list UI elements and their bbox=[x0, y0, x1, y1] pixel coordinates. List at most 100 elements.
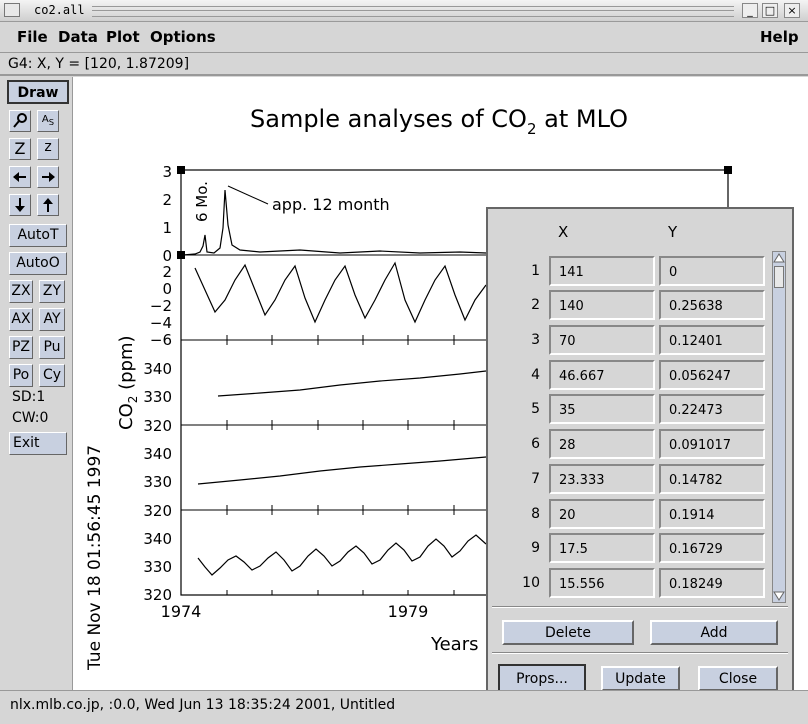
table-row: 6 28 0.091017 bbox=[488, 429, 772, 459]
maximize-icon[interactable]: □ bbox=[762, 3, 778, 18]
coordinate-text: G4: X, Y = [120, 1.87209] bbox=[8, 56, 190, 72]
scroll-thumb[interactable] bbox=[774, 266, 784, 288]
y-cell[interactable]: 0 bbox=[659, 256, 765, 286]
window-menu-icon[interactable] bbox=[4, 3, 20, 17]
zoom-in-button[interactable]: Z bbox=[9, 138, 31, 160]
zy-button[interactable]: ZY bbox=[39, 280, 65, 303]
delete-button[interactable]: Delete bbox=[502, 620, 634, 645]
x-cell[interactable]: 140 bbox=[549, 290, 655, 320]
x-cell[interactable]: 23.333 bbox=[549, 464, 655, 494]
tick-label: 2 bbox=[162, 263, 172, 281]
table-row: 1 141 0 bbox=[488, 256, 772, 286]
magnify-icon[interactable] bbox=[9, 110, 31, 132]
x-cell[interactable]: 15.556 bbox=[549, 568, 655, 598]
selection-handle[interactable] bbox=[724, 166, 732, 174]
x-cell[interactable]: 70 bbox=[549, 325, 655, 355]
tick-label: 1 bbox=[162, 219, 172, 237]
cw-indicator: CW:0 bbox=[12, 410, 49, 426]
y-cell[interactable]: 0.056247 bbox=[659, 360, 765, 390]
raw-data-curve bbox=[197, 534, 487, 576]
pu-button[interactable]: Pu bbox=[39, 336, 65, 359]
column-header-y: Y bbox=[668, 223, 678, 241]
tick-label: 340 bbox=[143, 445, 172, 463]
draw-button[interactable]: Draw bbox=[7, 80, 69, 104]
arrow-left-icon[interactable] bbox=[9, 166, 31, 188]
tick-label: 320 bbox=[143, 502, 172, 520]
x-cell[interactable]: 35 bbox=[549, 394, 655, 424]
window-titlebar[interactable]: co2.all _ □ × bbox=[0, 0, 808, 22]
menu-file[interactable]: File bbox=[17, 28, 48, 46]
x-cell[interactable]: 46.667 bbox=[549, 360, 655, 390]
timestamp-label: Tue Nov 18 01:56:45 1997 bbox=[85, 445, 105, 671]
exit-button[interactable]: Exit bbox=[9, 432, 67, 455]
pz-button[interactable]: PZ bbox=[9, 336, 33, 359]
autot-button[interactable]: AutoT bbox=[9, 224, 67, 247]
update-button[interactable]: Update bbox=[601, 666, 680, 691]
ay-button[interactable]: AY bbox=[39, 308, 65, 331]
arrow-down-icon[interactable] bbox=[9, 194, 31, 216]
y-cell[interactable]: 0.16729 bbox=[659, 533, 765, 563]
tool-palette: Draw AS Z z AutoT AutoO ZX ZY AX AY PZ P… bbox=[0, 77, 73, 690]
table-row: 4 46.667 0.056247 bbox=[488, 360, 772, 390]
titlebar-decoration bbox=[92, 6, 734, 17]
text-size-icon[interactable]: AS bbox=[37, 110, 59, 132]
po-button[interactable]: Po bbox=[9, 364, 33, 387]
dialog-separator bbox=[492, 652, 788, 654]
y-cell[interactable]: 0.1914 bbox=[659, 499, 765, 529]
plot-title: Sample analyses of CO2 at MLO bbox=[250, 105, 628, 138]
x-cell[interactable]: 20 bbox=[549, 499, 655, 529]
tick-label: 340 bbox=[143, 530, 172, 548]
arrow-up-icon[interactable] bbox=[37, 194, 59, 216]
row-number: 3 bbox=[531, 332, 540, 348]
selection-handle[interactable] bbox=[177, 166, 185, 174]
tick-label: −4 bbox=[150, 314, 172, 332]
row-number: 9 bbox=[531, 540, 540, 556]
x-axis-label: Years bbox=[430, 634, 479, 655]
props-button[interactable]: Props... bbox=[498, 664, 586, 693]
row-number: 6 bbox=[531, 436, 540, 452]
menu-plot[interactable]: Plot bbox=[106, 28, 140, 46]
y-cell[interactable]: 0.091017 bbox=[659, 429, 765, 459]
minimize-icon[interactable]: _ bbox=[742, 3, 758, 18]
table-row: 8 20 0.1914 bbox=[488, 499, 772, 529]
sd-indicator: SD:1 bbox=[12, 389, 46, 405]
row-number: 1 bbox=[531, 263, 540, 279]
add-button[interactable]: Add bbox=[650, 620, 778, 645]
ax-button[interactable]: AX bbox=[9, 308, 33, 331]
y-cell[interactable]: 0.14782 bbox=[659, 464, 765, 494]
close-button[interactable]: Close bbox=[698, 666, 778, 691]
scroll-up-icon[interactable] bbox=[773, 252, 785, 264]
tick-label: 330 bbox=[143, 473, 172, 491]
row-number: 7 bbox=[531, 471, 540, 487]
x-cell[interactable]: 28 bbox=[549, 429, 655, 459]
close-icon[interactable]: × bbox=[784, 3, 800, 18]
coordinate-readout: G4: X, Y = [120, 1.87209] bbox=[0, 53, 808, 76]
window-title: co2.all bbox=[34, 3, 85, 17]
y-cell[interactable]: 0.18249 bbox=[659, 568, 765, 598]
row-number: 10 bbox=[522, 575, 540, 591]
cy-button[interactable]: Cy bbox=[39, 364, 65, 387]
zoom-out-button[interactable]: z bbox=[37, 138, 59, 160]
menu-help[interactable]: Help bbox=[760, 28, 799, 46]
arrow-right-icon[interactable] bbox=[37, 166, 59, 188]
tick-label: 340 bbox=[143, 360, 172, 378]
table-scrollbar[interactable] bbox=[772, 251, 786, 603]
x-cell[interactable]: 17.5 bbox=[549, 533, 655, 563]
row-number: 4 bbox=[531, 367, 540, 383]
menu-data[interactable]: Data bbox=[58, 28, 98, 46]
scroll-down-icon[interactable] bbox=[773, 590, 785, 602]
table-row: 3 70 0.12401 bbox=[488, 325, 772, 355]
x-cell[interactable]: 141 bbox=[549, 256, 655, 286]
tick-label: −2 bbox=[150, 297, 172, 315]
y-cell[interactable]: 0.25638 bbox=[659, 290, 765, 320]
row-number: 5 bbox=[531, 401, 540, 417]
zx-button[interactable]: ZX bbox=[9, 280, 33, 303]
y-cell[interactable]: 0.22473 bbox=[659, 394, 765, 424]
y-cell[interactable]: 0.12401 bbox=[659, 325, 765, 355]
row-number: 2 bbox=[531, 297, 540, 313]
tick-label: −6 bbox=[150, 331, 172, 349]
tick-label: 330 bbox=[143, 388, 172, 406]
autoo-button[interactable]: AutoO bbox=[9, 252, 67, 275]
menu-options[interactable]: Options bbox=[150, 28, 216, 46]
x-tick-label: 1979 bbox=[388, 602, 429, 621]
